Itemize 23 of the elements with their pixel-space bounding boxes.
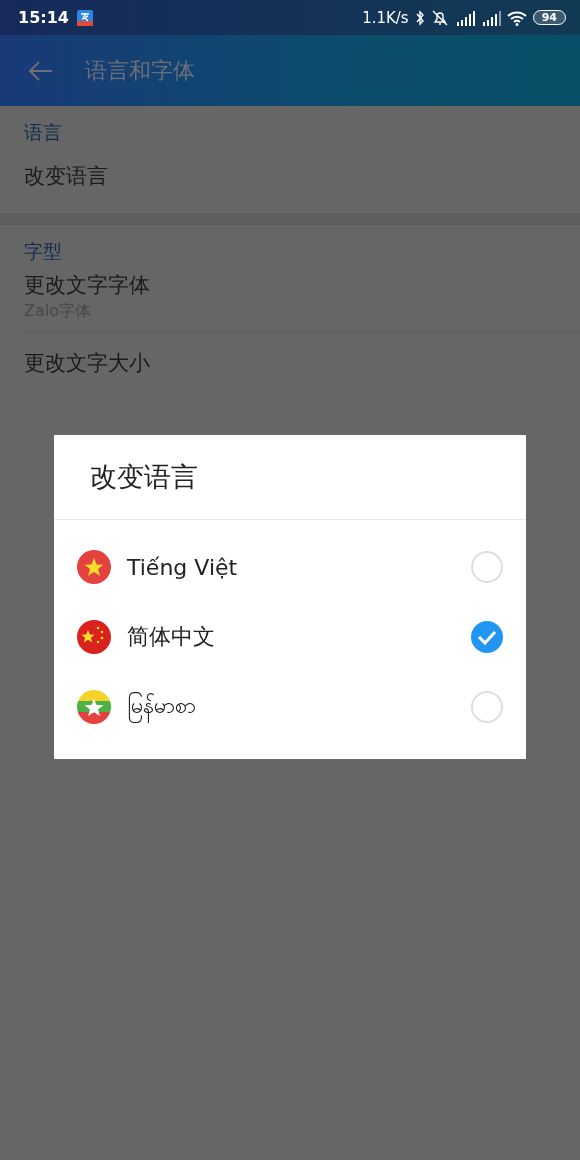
signal-icon [480,9,501,26]
network-speed: 1.1K/s [362,8,409,27]
section-header: 语言 [23,120,63,145]
flag-icon [77,690,111,724]
back-button[interactable] [27,59,53,82]
signal-icon [454,9,475,26]
radio-button[interactable] [471,621,503,653]
language-option[interactable]: 简体中文 [54,602,526,672]
check-icon [477,629,497,645]
page-title: 语言和字体 [85,56,195,85]
dialog-title: 改变语言 [54,435,526,520]
battery-indicator: 94 [532,10,566,25]
back-arrow-icon [27,59,53,82]
language-option[interactable]: မြန်မာစာ [54,672,526,742]
flag-icon [77,550,111,584]
bell-muted-icon [430,8,449,27]
language-option[interactable]: Tiếng Việt [54,532,526,602]
wifi-icon [506,9,527,26]
bluetooth-icon [414,9,425,26]
flag-icon [77,620,111,654]
app-notification-icon [76,9,93,26]
clock-time: 15:14 [18,8,69,27]
section-header: 字型 [23,239,63,264]
